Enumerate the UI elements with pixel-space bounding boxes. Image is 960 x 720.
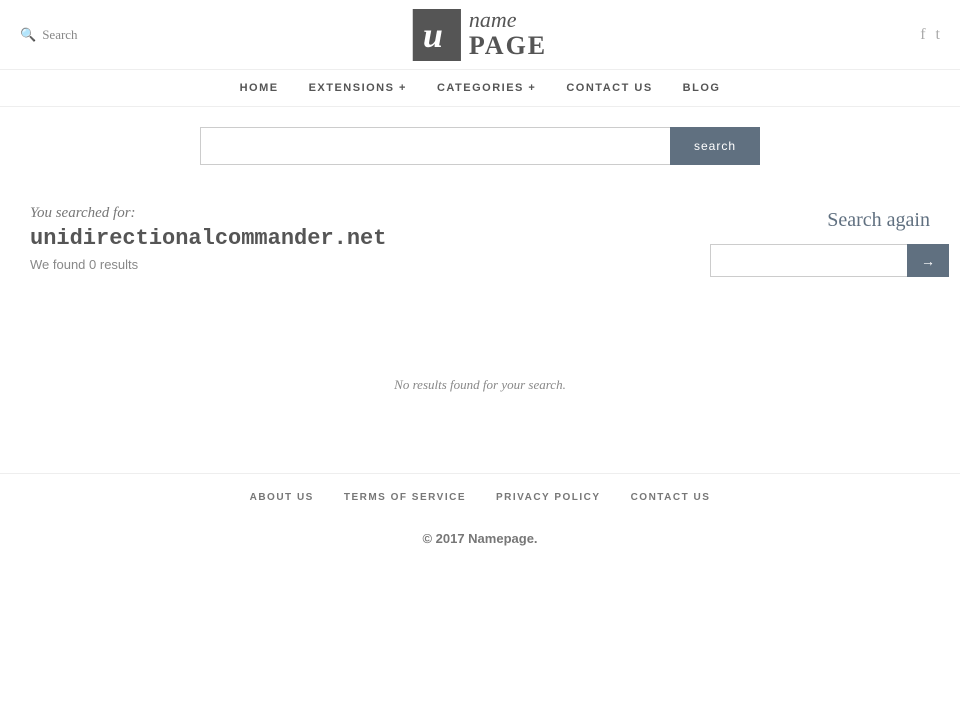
logo[interactable]: u name PAGE [413, 8, 547, 61]
no-results-row: No results found for your search. [10, 337, 950, 433]
svg-text:u: u [423, 15, 443, 53]
search-bar-section: search [0, 107, 960, 175]
search-again-button[interactable]: → [907, 244, 949, 277]
search-again-title: Search again [710, 209, 930, 232]
right-content: Search again → [710, 205, 930, 277]
footer-copyright: © 2017 Namepage. [0, 521, 960, 566]
footer-nav: ABOUT US TERMS OF SERVICE PRIVACY POLICY… [0, 474, 960, 521]
copyright-text: © 2017 [422, 531, 468, 546]
left-content: You searched for: unidirectionalcommande… [30, 205, 670, 277]
header-search-label: Search [42, 27, 77, 43]
nav-item-contact[interactable]: CONTACT US [566, 82, 652, 94]
logo-page: PAGE [469, 32, 547, 61]
footer-nav-terms[interactable]: TERMS OF SERVICE [344, 492, 466, 503]
brand-name: Namepage [468, 531, 534, 546]
no-results-text: No results found for your search. [30, 337, 930, 433]
nav-item-blog[interactable]: BLOG [683, 82, 721, 94]
logo-letter: u [419, 11, 455, 59]
social-icons: f t [820, 26, 940, 44]
search-bar-wrapper: search [200, 127, 760, 165]
footer-nav-privacy[interactable]: PRIVACY POLICY [496, 492, 601, 503]
footer-nav-about[interactable]: ABOUT US [250, 492, 314, 503]
search-input-main[interactable] [200, 127, 670, 165]
logo-icon-box: u [413, 9, 461, 61]
search-again-input[interactable] [710, 244, 907, 277]
nav-item-categories[interactable]: CATEGORIES + [437, 82, 536, 94]
content-section: You searched for: unidirectionalcommande… [10, 205, 950, 277]
main-nav: HOME EXTENSIONS + CATEGORIES + CONTACT U… [0, 70, 960, 107]
facebook-icon[interactable]: f [920, 26, 925, 44]
search-icon: 🔍 [20, 27, 36, 43]
you-searched-label: You searched for: [30, 205, 670, 222]
searched-term: unidirectionalcommander.net [30, 226, 670, 251]
search-button-main[interactable]: search [670, 127, 760, 165]
search-again-wrapper: → [710, 244, 930, 277]
twitter-icon[interactable]: t [936, 26, 940, 44]
logo-text: name PAGE [469, 8, 547, 61]
header-search[interactable]: 🔍 Search [20, 27, 140, 43]
logo-name: name [469, 8, 547, 32]
nav-item-extensions[interactable]: EXTENSIONS + [309, 82, 407, 94]
results-count: We found 0 results [30, 257, 670, 272]
copyright-end: . [534, 531, 538, 546]
nav-item-home[interactable]: HOME [240, 82, 279, 94]
header: 🔍 Search u name PAGE f t [0, 0, 960, 70]
footer-nav-contact[interactable]: CONTACT US [631, 492, 711, 503]
